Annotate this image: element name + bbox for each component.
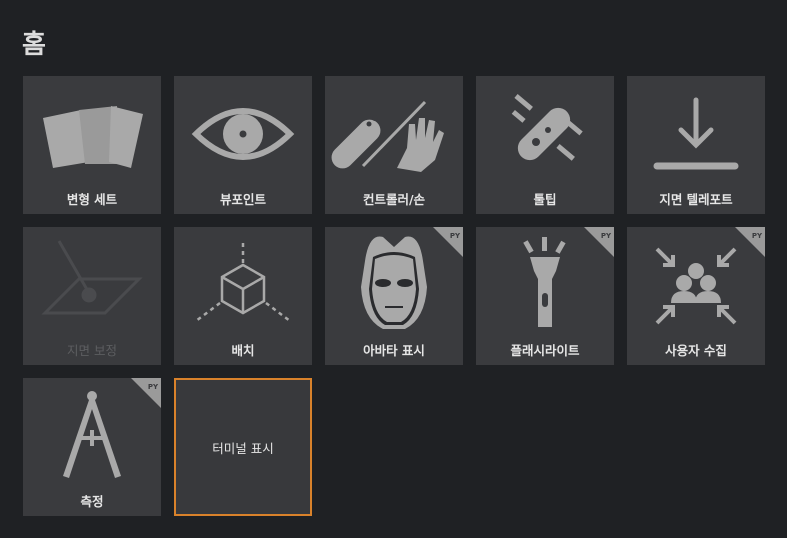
py-badge-icon: PY	[735, 227, 765, 257]
py-badge-icon: PY	[131, 378, 161, 408]
page-title: 홈	[22, 30, 47, 60]
tile-label: 측정	[80, 494, 104, 509]
tile-label: 뷰포인트	[219, 192, 266, 207]
tile-gather-users[interactable]: PY 사용자 수집	[627, 227, 765, 365]
tile-avatar-display[interactable]: PY 아바타 표시	[325, 227, 463, 365]
tile-placement[interactable]: 배치	[174, 227, 312, 365]
tile-label: 지면 보정	[67, 343, 117, 358]
tile-label: 변형 세트	[66, 192, 118, 207]
py-badge-icon: PY	[433, 227, 463, 257]
tile-terminal-display[interactable]: 터미널 표시	[174, 378, 312, 516]
tile-tooltip[interactable]: 툴팁	[476, 76, 614, 214]
tile-label: 사용자 수집	[665, 343, 727, 358]
tile-viewpoint[interactable]: 뷰포인트	[174, 76, 312, 214]
svg-text:PY: PY	[148, 383, 159, 391]
tile-label: 지면 텔레포트	[659, 192, 733, 207]
tile-controller-hand[interactable]: 컨트롤러/손	[325, 76, 463, 214]
tile-flashlight[interactable]: PY 플래시라이트	[476, 227, 614, 365]
svg-text:PY: PY	[601, 232, 612, 240]
py-badge-icon: PY	[584, 227, 614, 257]
tile-ground-teleport[interactable]: 지면 텔레포트	[627, 76, 765, 214]
tile-label: 툴팁	[533, 192, 557, 207]
tile-label: 터미널 표시	[212, 441, 274, 456]
tile-variant-set[interactable]: 변형 세트	[23, 76, 161, 214]
svg-text:PY: PY	[752, 232, 763, 240]
tile-ground-calibration: 지면 보정	[23, 227, 161, 365]
svg-text:PY: PY	[450, 232, 461, 240]
tile-label: 컨트롤러/손	[362, 192, 426, 207]
tile-label: 플래시라이트	[510, 343, 580, 358]
tile-label: 아바타 표시	[363, 343, 425, 358]
tile-measure[interactable]: PY 측정	[23, 378, 161, 516]
tile-label: 배치	[231, 343, 255, 358]
